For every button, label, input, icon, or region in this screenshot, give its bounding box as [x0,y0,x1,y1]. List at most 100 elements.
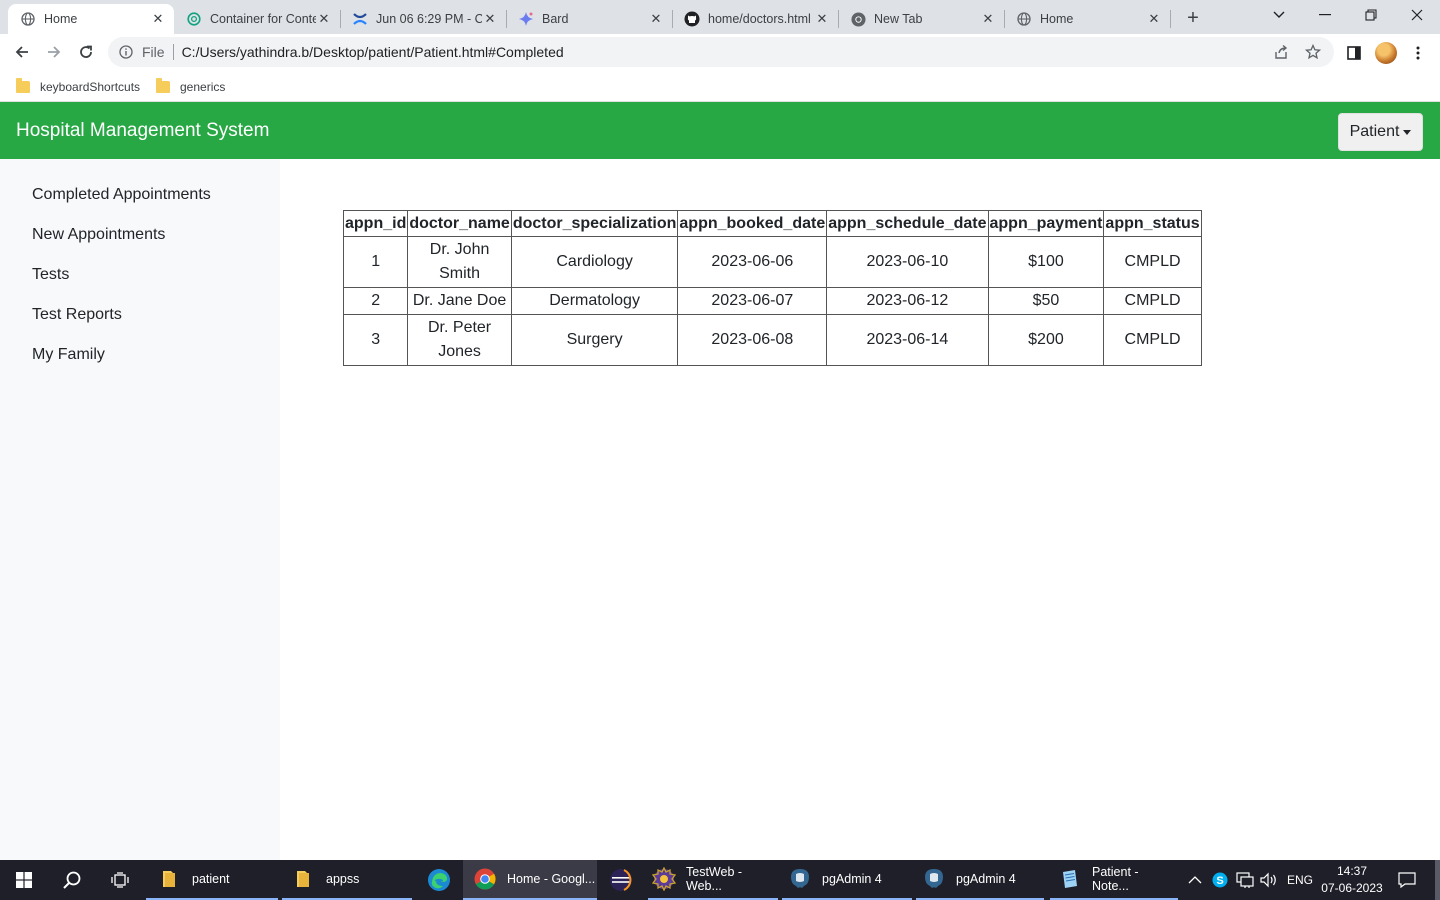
sidebar-item-completed-appointments[interactable]: Completed Appointments [32,186,211,204]
sidebar: Completed Appointments New Appointments … [0,159,280,860]
column-header: appn_id [342,210,409,237]
folder-icon [16,78,30,93]
forward-arrow-icon[interactable] [40,38,68,66]
bookmark-generics[interactable]: generics [156,77,225,97]
pgadmin-icon [922,867,946,891]
edge-icon [427,868,451,892]
taskbar-item-pgadmin-2[interactable]: pgAdmin 4 [916,860,1044,900]
taskbar-item-label: patient [192,872,230,886]
cell-doctor-specialization: Cardiology [510,236,679,288]
bookmark-star-icon[interactable] [1304,43,1322,61]
sidebar-item-my-family[interactable]: My Family [32,346,105,364]
cell-payment: $50 [987,287,1105,315]
column-header: doctor_specialization [510,210,679,237]
tab-container[interactable]: Container for Conte ✕ [174,4,340,34]
share-icon[interactable] [1272,43,1290,61]
taskbar-item-eclipse[interactable] [598,860,644,900]
close-icon[interactable]: ✕ [482,11,498,27]
more-options-icon[interactable] [1407,42,1429,64]
tab-home-active[interactable]: Home ✕ [8,4,174,34]
language-indicator[interactable]: ENG [1287,860,1313,900]
sidebar-item-test-reports[interactable]: Test Reports [32,306,122,324]
close-icon[interactable]: ✕ [150,11,166,27]
folder-icon [158,867,182,891]
table-row: 2 Dr. Jane Doe Dermatology 2023-06-07 20… [342,287,1202,315]
caret-down-icon [1403,129,1412,135]
svg-text:S: S [1216,875,1223,887]
side-panel-icon[interactable] [1343,42,1365,64]
restore-icon[interactable] [1348,0,1394,30]
taskbar-item-label: pgAdmin 4 [956,872,1016,886]
volume-icon[interactable] [1260,860,1278,900]
windows-start-icon[interactable] [0,860,48,900]
taskbar-item-appss-folder[interactable]: appss [282,860,412,900]
clock-time: 14:37 [1336,864,1368,878]
network-icon[interactable] [1236,860,1254,900]
address-bar[interactable]: File C:/Users/yathindra.b/Desktop/patien… [108,37,1334,67]
cell-status: CMPLD [1103,287,1202,315]
back-arrow-icon[interactable] [8,38,36,66]
task-view-icon[interactable] [96,860,144,900]
taskbar-item-pgadmin-1[interactable]: pgAdmin 4 [782,860,912,900]
tab-github[interactable]: home/doctors.html ✕ [672,4,838,34]
chrome-icon [850,11,866,27]
openai-icon [186,11,202,27]
cell-appn-id: 1 [342,236,409,288]
close-icon[interactable]: ✕ [1146,11,1162,27]
taskbar-item-notepad[interactable]: Patient - Note... [1050,860,1178,900]
taskbar-item-testweb[interactable]: TestWeb - Web... [648,860,778,900]
sidebar-item-new-appointments[interactable]: New Appointments [32,226,165,244]
reload-icon[interactable] [72,38,100,66]
close-icon[interactable]: ✕ [814,11,830,27]
cell-schedule-date: 2023-06-12 [826,287,989,315]
close-icon[interactable]: ✕ [980,11,996,27]
tab-title: Home [44,12,78,26]
chrome-icon [473,867,497,891]
taskbar-item-label: TestWeb - Web... [686,865,743,893]
tab-home[interactable]: Home ✕ [1004,4,1170,34]
profile-avatar[interactable] [1375,42,1397,64]
cell-booked-date: 2023-06-08 [677,314,828,366]
cell-doctor-name: Dr. John Smith [407,236,512,288]
notification-icon[interactable] [1398,860,1416,900]
table-row: 1 Dr. John Smith Cardiology 2023-06-06 2… [342,236,1202,288]
tab-new-tab[interactable]: New Tab ✕ [838,4,1004,34]
brand-title[interactable]: Hospital Management System [16,120,269,142]
window-close-icon[interactable] [1394,0,1440,30]
column-header: appn_payment [987,210,1105,237]
column-header: doctor_name [407,210,512,237]
patient-dropdown-button[interactable]: Patient [1338,113,1423,151]
close-icon[interactable]: ✕ [316,11,332,27]
sidebar-item-tests[interactable]: Tests [32,266,69,284]
new-tab-plus-icon[interactable]: + [1181,6,1205,30]
main-content: appn_id doctor_name doctor_specializatio… [280,159,1440,860]
tab-search-chevron-icon[interactable] [1256,0,1302,30]
cell-schedule-date: 2023-06-10 [826,236,989,288]
eclipse-icon [609,868,633,892]
bookmark-keyboardshortcuts[interactable]: keyboardShortcuts [16,77,140,97]
tab-bard[interactable]: Bard ✕ [506,4,672,34]
column-header: appn_status [1103,210,1202,237]
bookmarks-bar: keyboardShortcuts generics [0,71,1440,102]
column-header: appn_schedule_date [826,210,989,237]
show-desktop-button[interactable] [1435,860,1440,900]
skype-icon[interactable]: S [1212,860,1228,900]
folder-icon [292,867,316,891]
bard-sparkle-icon [518,11,534,27]
info-icon[interactable] [118,44,134,60]
close-icon[interactable]: ✕ [648,11,664,27]
show-hidden-icons-chevron-icon[interactable] [1188,860,1202,900]
cell-schedule-date: 2023-06-14 [826,314,989,366]
browser-tab-strip: Home ✕ Container for Conte ✕ Jun 06 6:29… [0,0,1440,34]
tab-title: Bard [542,12,569,26]
tab-confluence[interactable]: Jun 06 6:29 PM - C ✕ [340,4,506,34]
search-icon[interactable] [48,860,96,900]
minimize-icon[interactable] [1302,0,1348,30]
bookmark-label: generics [180,80,226,94]
url-text[interactable]: C:/Users/yathindra.b/Desktop/patient/Pat… [182,44,564,60]
clock[interactable]: 14:37 07-06-2023 [1318,860,1386,900]
taskbar-item-patient-folder[interactable]: patient [146,860,278,900]
taskbar-item-chrome[interactable]: Home - Googl... [463,860,597,900]
taskbar-item-edge[interactable] [416,860,462,900]
scheme-label: File [142,44,165,60]
